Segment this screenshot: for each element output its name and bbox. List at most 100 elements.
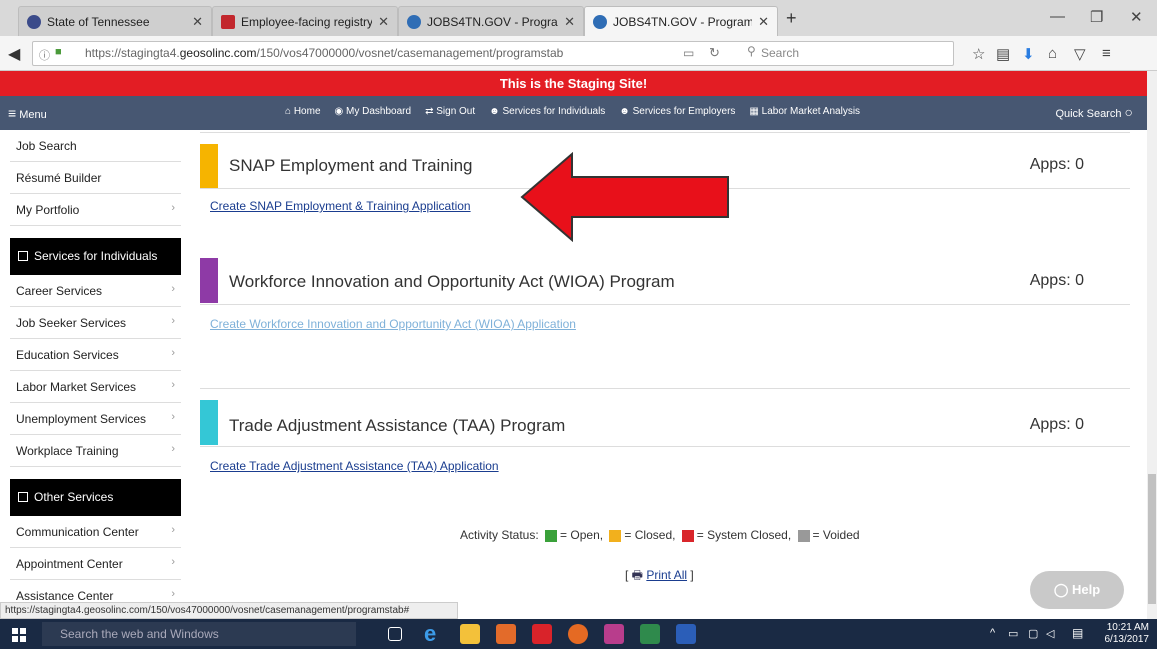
sidebar-item-career-services[interactable]: Career Services › <box>10 275 181 307</box>
publisher-icon[interactable] <box>604 624 624 644</box>
hamburger-menu-icon[interactable]: ≡ <box>1102 45 1111 62</box>
word-icon[interactable] <box>676 624 696 644</box>
sidebar-item-resume-builder[interactable]: Résumé Builder <box>10 162 181 194</box>
lock-icon: ■ <box>55 46 62 58</box>
back-arrow-icon[interactable]: ◀ <box>8 44 28 64</box>
sidebar-item-communication-center[interactable]: Communication Center › <box>10 516 181 548</box>
help-button[interactable]: ◯ Help <box>1030 571 1124 609</box>
program-title: SNAP Employment and Training <box>229 156 473 175</box>
taskbar-search-placeholder: Search the web and Windows <box>60 627 219 641</box>
voided-status-icon <box>797 529 810 542</box>
close-icon[interactable]: ✕ <box>758 14 769 30</box>
tab-jobs4tn-active[interactable]: JOBS4TN.GOV - Programs T ✕ <box>584 6 778 36</box>
pocket-icon[interactable]: ▽ <box>1074 45 1086 63</box>
tab-jobs4tn-1[interactable]: JOBS4TN.GOV - Programs T ✕ <box>398 6 584 36</box>
nav-home[interactable]: ⌂ Home <box>285 106 321 117</box>
minimize-icon[interactable]: — <box>1050 8 1065 25</box>
sidebar-item-labor-market-services[interactable]: Labor Market Services › <box>10 371 181 403</box>
sidebar-section-other[interactable]: Other Services <box>10 479 181 516</box>
activity-status-legend: Activity Status: = Open, = Closed, = Sys… <box>460 528 860 542</box>
staging-banner: This is the Staging Site! <box>0 71 1147 96</box>
task-view-icon[interactable] <box>388 627 402 641</box>
library-icon[interactable]: ▤ <box>996 45 1010 63</box>
network-icon[interactable]: ▢ <box>1028 627 1038 640</box>
print-all-link[interactable]: Print All <box>646 568 687 582</box>
reload-icon[interactable]: ↻ <box>709 45 720 61</box>
nav-sign-out[interactable]: ⇄ Sign Out <box>425 106 475 117</box>
tab-state-of-tennessee[interactable]: State of Tennessee ✕ <box>18 6 212 36</box>
close-icon[interactable]: ✕ <box>564 14 575 30</box>
sidebar-section-individuals[interactable]: Services for Individuals <box>10 238 181 275</box>
scrollbar-thumb[interactable] <box>1148 474 1156 604</box>
sidebar-item-unemployment-services[interactable]: Unemployment Services › <box>10 403 181 435</box>
download-icon[interactable]: ⬇ <box>1022 45 1035 63</box>
nav-dashboard[interactable]: ◉ My Dashboard <box>335 106 412 117</box>
red-arrow-annotation <box>520 152 729 242</box>
legend-voided: = Voided <box>812 528 860 542</box>
url-prefix: https://stagingta4. <box>85 46 180 60</box>
sidebar-item-label: Job Search <box>16 139 77 153</box>
nav-labor-market[interactable]: ▦ Labor Market Analysis <box>749 106 860 117</box>
notifications-icon[interactable]: ▤ <box>1072 626 1083 640</box>
sidebar-item-education-services[interactable]: Education Services › <box>10 339 181 371</box>
home-icon[interactable]: ⌂ <box>1048 45 1057 62</box>
program-title: Trade Adjustment Assistance (TAA) Progra… <box>229 416 566 435</box>
navigation-toolbar: ◀ ⓘ ■ https://stagingta4.geosolinc.com/1… <box>0 36 1157 71</box>
sidebar-item-label: Education Services <box>16 348 119 362</box>
sidebar-item-job-seeker-services[interactable]: Job Seeker Services › <box>10 307 181 339</box>
legend-prefix: Activity Status: <box>460 528 539 542</box>
window-close-icon[interactable]: ✕ <box>1130 8 1143 26</box>
restore-icon[interactable]: ❐ <box>1090 8 1103 26</box>
windows-logo-icon[interactable] <box>12 628 26 642</box>
close-icon[interactable]: ✕ <box>378 14 389 30</box>
acrobat-icon[interactable] <box>532 624 552 644</box>
chevron-right-icon: › <box>171 379 175 391</box>
bookmark-star-icon[interactable]: ☆ <box>972 45 985 63</box>
create-snap-application-link[interactable]: Create SNAP Employment & Training Applic… <box>210 199 471 213</box>
chevron-right-icon: › <box>171 443 175 455</box>
battery-icon[interactable]: ▭ <box>1008 627 1018 640</box>
jobs4tn-icon <box>407 14 421 29</box>
sidebar-item-workplace-training[interactable]: Workplace Training › <box>10 435 181 467</box>
info-icon[interactable]: ⓘ <box>39 47 50 63</box>
sidebar-item-assistance-center[interactable]: Assistance Center › <box>10 580 181 600</box>
new-tab-button[interactable]: + <box>786 8 797 29</box>
url-domain: geosolinc.com <box>179 46 257 60</box>
nav-dashboard-label: My Dashboard <box>346 106 412 117</box>
sidebar-item-job-search[interactable]: Job Search <box>10 130 181 162</box>
volume-icon[interactable]: ◁ <box>1046 627 1054 640</box>
address-bar[interactable]: ⓘ ■ https://stagingta4.geosolinc.com/150… <box>32 41 954 66</box>
excel-icon[interactable] <box>640 624 660 644</box>
create-taa-application-link[interactable]: Create Trade Adjustment Assistance (TAA)… <box>210 459 499 473</box>
sidebar-item-appointment-center[interactable]: Appointment Center › <box>10 548 181 580</box>
sidebar-item-my-portfolio[interactable]: My Portfolio › <box>10 194 181 226</box>
close-icon[interactable]: ✕ <box>192 14 203 30</box>
reader-view-icon[interactable]: ▭ <box>683 46 694 60</box>
menu-label: Menu <box>19 109 47 121</box>
create-wioa-application-link[interactable]: Create Workforce Innovation and Opportun… <box>210 317 576 331</box>
tab-label: JOBS4TN.GOV - Programs T <box>613 14 752 29</box>
site-navbar: ≡ Menu ⌂ Home ◉ My Dashboard ⇄ Sign Out … <box>0 96 1147 130</box>
outlook-icon[interactable] <box>496 624 516 644</box>
nav-services-individuals[interactable]: ☻ Services for Individuals <box>489 106 605 117</box>
nav-services-employers[interactable]: ☻ Services for Employers <box>619 106 735 117</box>
quick-search-label: Quick Search <box>1055 108 1122 120</box>
file-explorer-icon[interactable] <box>460 624 480 644</box>
legend-closed: = Closed, <box>624 528 676 542</box>
search-input[interactable]: ⚲ Search <box>743 44 953 63</box>
sidebar-item-label: Workplace Training <box>16 444 119 458</box>
collapse-icon <box>18 251 28 261</box>
tab-employee-registry[interactable]: Employee-facing registry co ✕ <box>212 6 398 36</box>
nav-signout-label: Sign Out <box>436 106 476 117</box>
taskbar-clock[interactable]: 10:21 AM 6/13/2017 <box>1105 622 1150 646</box>
chevron-right-icon: › <box>171 283 175 295</box>
edge-browser-icon[interactable]: e <box>424 623 444 645</box>
quick-search-button[interactable]: Quick Search ○ <box>1055 104 1133 120</box>
firefox-icon[interactable] <box>568 624 588 644</box>
taskbar-search-input[interactable]: Search the web and Windows <box>42 622 356 646</box>
tray-chevron-up-icon[interactable]: ^ <box>990 627 995 639</box>
chevron-right-icon: › <box>171 202 175 214</box>
program-apps-count: Apps: 0 <box>1029 416 1084 433</box>
menu-button[interactable]: ≡ Menu <box>8 105 47 121</box>
tab-label: Employee-facing registry co <box>241 14 373 29</box>
